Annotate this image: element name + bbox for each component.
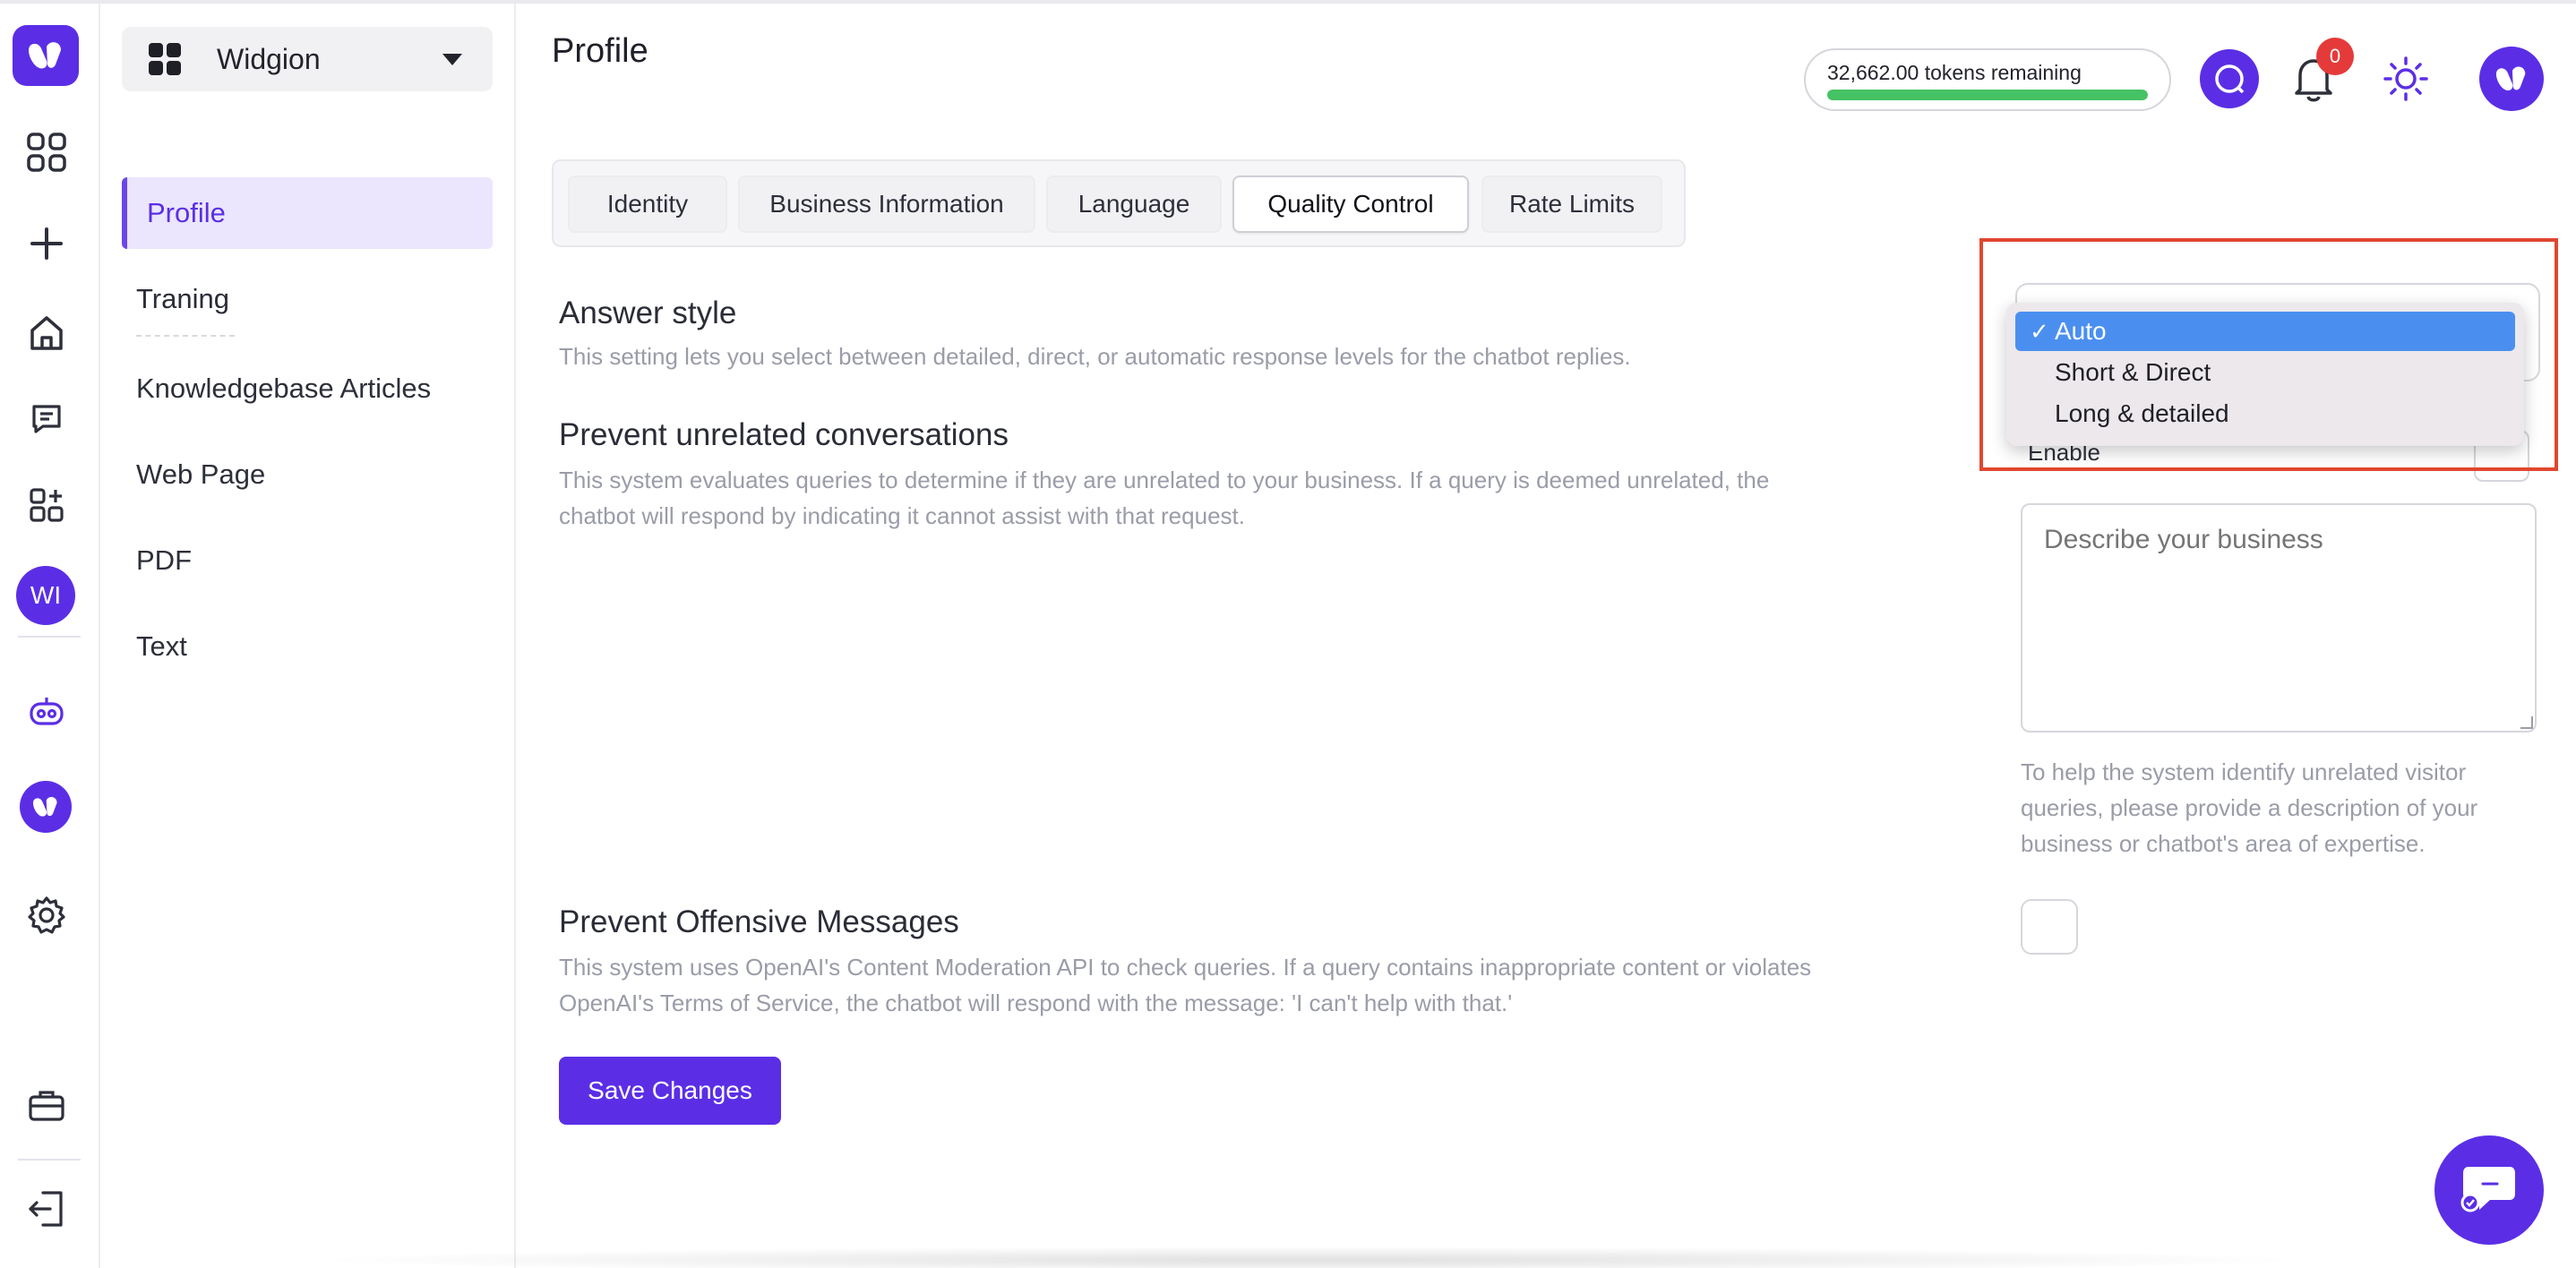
prevent-offensive-checkbox[interactable]	[2021, 899, 2078, 955]
tokens-text: 32,662.00 tokens remaining	[1827, 61, 2082, 84]
sidebar-item-knowledgebase[interactable]: Knowledgebase Articles	[122, 353, 493, 424]
brand-icon[interactable]	[20, 781, 72, 833]
add-widget-icon[interactable]	[21, 480, 72, 530]
answer-style-title: Answer style	[559, 296, 737, 330]
offensive-description-line2: OpenAI's Terms of Service, the chatbot w…	[559, 990, 1513, 1016]
sidebar-item-web-page[interactable]: Web Page	[122, 439, 493, 510]
textarea-resize-handle[interactable]	[2520, 716, 2533, 729]
tokens-progress-bar	[1827, 90, 2148, 100]
workspace-selector[interactable]: Widgion	[122, 27, 493, 91]
workspace-name: Widgion	[217, 42, 321, 75]
unrelated-description-line2: chatbot will respond by indicating it ca…	[559, 502, 1245, 529]
add-icon[interactable]	[21, 218, 72, 269]
training-underline	[136, 335, 235, 337]
notification-count-badge: 0	[2316, 38, 2354, 75]
logo-mark-icon	[29, 42, 61, 69]
annotation-highlight-box	[1979, 238, 2558, 471]
caret-down-icon	[442, 54, 462, 65]
rail-divider-bottom	[18, 1159, 81, 1161]
tab-rate-limits[interactable]: Rate Limits	[1481, 176, 1662, 233]
answer-style-description: This setting lets you select between det…	[559, 343, 1631, 370]
settings-gear-icon[interactable]	[21, 890, 72, 940]
workspace-avatar[interactable]: WI	[16, 566, 75, 625]
rail-divider	[18, 636, 81, 638]
business-description-textarea[interactable]	[2021, 503, 2537, 733]
app-logo[interactable]	[13, 25, 79, 86]
theme-toggle-sun-icon[interactable]	[2383, 56, 2429, 102]
settings-sidebar: Widgion Profile Traning Knowledgebase Ar…	[100, 4, 516, 1268]
avatar-logo-icon	[2495, 66, 2526, 91]
bot-icon[interactable]	[21, 686, 72, 736]
tab-quality-control[interactable]: Quality Control	[1232, 176, 1469, 233]
sidebar-item-profile[interactable]: Profile	[122, 177, 493, 249]
home-icon[interactable]	[21, 308, 72, 358]
sidebar-item-pdf[interactable]: PDF	[122, 525, 493, 596]
unrelated-description-line1: This system evaluates queries to determi…	[559, 467, 1770, 493]
briefcase-icon[interactable]	[21, 1080, 72, 1130]
logout-icon[interactable]	[21, 1184, 72, 1234]
user-avatar[interactable]	[2479, 47, 2544, 111]
tokens-progress-fill	[1827, 90, 2148, 100]
save-changes-button[interactable]: Save Changes	[559, 1057, 781, 1125]
search-button[interactable]	[2200, 49, 2259, 108]
icon-rail: WI	[0, 4, 100, 1268]
page-title: Profile	[552, 32, 648, 70]
dashboard-grid-icon[interactable]	[21, 127, 72, 177]
offensive-description-line1: This system uses OpenAI's Content Modera…	[559, 954, 1812, 981]
sidebar-item-training[interactable]: Traning	[122, 263, 493, 335]
tab-identity[interactable]: Identity	[568, 176, 727, 233]
sidebar-item-text[interactable]: Text	[122, 611, 493, 682]
offensive-title: Prevent Offensive Messages	[559, 904, 959, 939]
apps-grid-icon	[149, 43, 181, 75]
profile-tabs: Identity Business Information Language Q…	[552, 159, 1686, 247]
unrelated-title: Prevent unrelated conversations	[559, 417, 1009, 452]
search-icon	[2215, 64, 2245, 94]
chat-icon[interactable]	[21, 394, 72, 444]
tokens-remaining: 32,662.00 tokens remaining	[1804, 48, 2171, 111]
chat-widget-button[interactable]	[2434, 1135, 2544, 1245]
business-description-help: To help the system identify unrelated vi…	[2021, 758, 2478, 857]
chat-bubble-icon	[2460, 1167, 2515, 1212]
workspace-avatar-text: WI	[30, 581, 62, 609]
tab-language[interactable]: Language	[1046, 176, 1222, 233]
bottom-shadow	[305, 1247, 2311, 1268]
tab-business-information[interactable]: Business Information	[738, 176, 1035, 233]
